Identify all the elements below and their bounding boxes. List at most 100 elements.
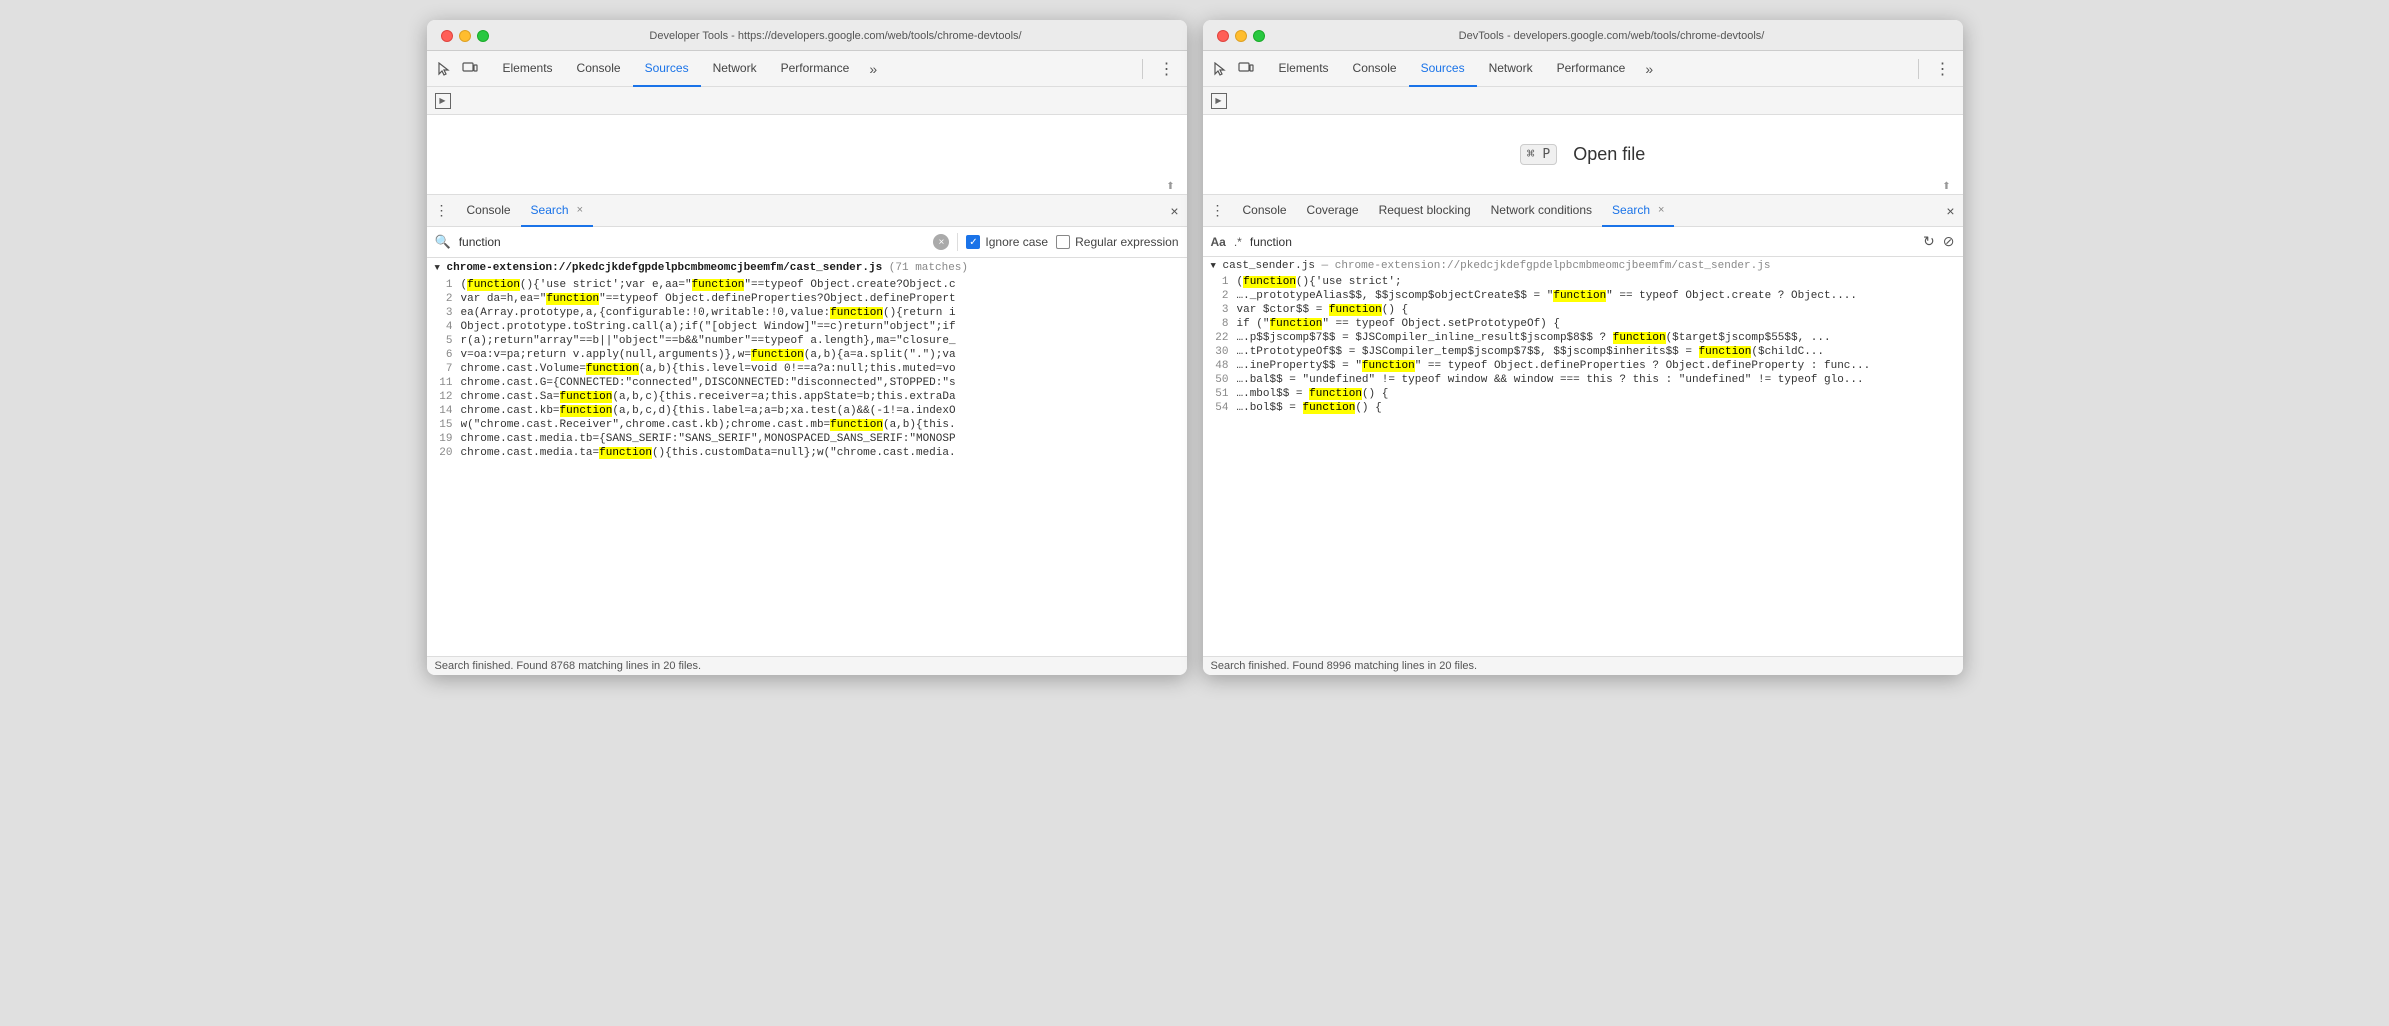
tab-elements-right[interactable]: Elements — [1267, 51, 1341, 87]
line-num: 2 — [1211, 290, 1229, 302]
result-line-20-left[interactable]: 20 chrome.cast.media.ta=function(){this.… — [427, 446, 1187, 460]
result-line-50-right[interactable]: 50 ….bal$$ = "undefined" != typeof windo… — [1203, 373, 1963, 387]
right-title-bar: DevTools - developers.google.com/web/too… — [1203, 20, 1963, 51]
line-num: 11 — [435, 377, 453, 389]
right-devtools-window: DevTools - developers.google.com/web/too… — [1203, 20, 1963, 675]
close-button-right[interactable] — [1217, 30, 1229, 42]
result-line-15-left[interactable]: 15 w("chrome.cast.Receiver",chrome.cast.… — [427, 418, 1187, 432]
result-line-30-right[interactable]: 30 ….tPrototypeOf$$ = $JSCompiler_temp$j… — [1203, 345, 1963, 359]
resize-handle-left[interactable]: ⬆ — [1163, 178, 1179, 194]
line-content: var $ctor$$ = function() { — [1237, 304, 1955, 316]
result-line-54-right[interactable]: 54 ….bol$$ = function() { — [1203, 401, 1963, 415]
tab-sources-left[interactable]: Sources — [633, 51, 701, 87]
tab-sources-right[interactable]: Sources — [1409, 51, 1477, 87]
more-tabs-left[interactable]: » — [861, 61, 885, 77]
tab-network-left[interactable]: Network — [701, 51, 769, 87]
panel-toggle-right[interactable] — [1211, 93, 1227, 109]
regex-checkbox-left[interactable] — [1056, 235, 1070, 249]
tab-console-bottom-left[interactable]: Console — [457, 195, 521, 227]
results-area-right[interactable]: cast_sender.js — chrome-extension://pked… — [1203, 257, 1963, 656]
search-tab-close-right[interactable]: × — [1658, 204, 1664, 216]
tab-performance-left[interactable]: Performance — [769, 51, 862, 87]
result-line-1-right[interactable]: 1 (function(){'use strict'; — [1203, 275, 1963, 289]
result-line-2-left[interactable]: 2 var da=h,ea="function"==typeof Object.… — [427, 292, 1187, 306]
tab-network-right[interactable]: Network — [1477, 51, 1545, 87]
close-bottom-panel-right[interactable]: × — [1946, 203, 1954, 219]
tab-request-blocking-right[interactable]: Request blocking — [1369, 195, 1481, 227]
device-icon-right[interactable] — [1237, 60, 1255, 78]
result-line-51-right[interactable]: 51 ….mbol$$ = function() { — [1203, 387, 1963, 401]
line-content: chrome.cast.G={CONNECTED:"connected",DIS… — [461, 377, 1179, 389]
bottom-dots-right[interactable]: ⋮ — [1211, 202, 1225, 219]
clear-icon-right[interactable]: ⊘ — [1943, 233, 1955, 250]
result-line-14-left[interactable]: 14 chrome.cast.kb=function(a,b,c,d){this… — [427, 404, 1187, 418]
bottom-dots-left[interactable]: ⋮ — [435, 202, 449, 219]
results-area-left[interactable]: chrome-extension://pkedcjkdefgpdelpbcmbm… — [427, 258, 1187, 656]
clear-search-left[interactable]: × — [933, 234, 949, 250]
search-tab-close-left[interactable]: × — [577, 204, 583, 216]
toolbar-end-left: ⋮ — [1138, 59, 1179, 79]
regex-label-left: Regular expression — [1075, 235, 1178, 249]
line-content: v=oa:v=pa;return v.apply(null,arguments)… — [461, 349, 1179, 361]
maximize-button-left[interactable] — [477, 30, 489, 42]
left-toolbar: Elements Console Sources Network Perform… — [427, 51, 1187, 87]
left-window-title: Developer Tools - https://developers.goo… — [499, 30, 1173, 42]
result-line-3-left[interactable]: 3 ea(Array.prototype,a,{configurable:!0,… — [427, 306, 1187, 320]
result-line-11-left[interactable]: 11 chrome.cast.G={CONNECTED:"connected",… — [427, 376, 1187, 390]
collapse-file-right[interactable] — [1211, 260, 1216, 272]
tab-coverage-right[interactable]: Coverage — [1297, 195, 1369, 227]
result-line-3-right[interactable]: 3 var $ctor$$ = function() { — [1203, 303, 1963, 317]
result-line-7-left[interactable]: 7 chrome.cast.Volume=function(a,b){this.… — [427, 362, 1187, 376]
result-line-19-left[interactable]: 19 chrome.cast.media.tb={SANS_SERIF:"SAN… — [427, 432, 1187, 446]
right-nav-tabs: Elements Console Sources Network Perform… — [1267, 51, 1910, 87]
line-content: r(a);return"array"==b||"object"==b&&"num… — [461, 335, 1179, 347]
maximize-button-right[interactable] — [1253, 30, 1265, 42]
refresh-icon-right[interactable]: ↻ — [1923, 233, 1935, 250]
device-icon[interactable] — [461, 60, 479, 78]
tab-console-bottom-right[interactable]: Console — [1233, 195, 1297, 227]
resize-handle-right[interactable]: ⬆ — [1939, 178, 1955, 194]
result-line-2-right[interactable]: 2 …._prototypeAlias$$, $$jscomp$objectCr… — [1203, 289, 1963, 303]
search-input-left[interactable] — [459, 235, 926, 249]
cursor-icon[interactable] — [435, 60, 453, 78]
cursor-icon-right[interactable] — [1211, 60, 1229, 78]
result-line-8-right[interactable]: 8 if ("function" == typeof Object.setPro… — [1203, 317, 1963, 331]
line-content: Object.prototype.toString.call(a);if("[o… — [461, 321, 1179, 333]
aa-label[interactable]: Aa — [1211, 235, 1226, 249]
search-input-right[interactable] — [1250, 235, 1915, 249]
tab-elements-left[interactable]: Elements — [491, 51, 565, 87]
line-num: 51 — [1211, 388, 1229, 400]
tab-network-conditions-right[interactable]: Network conditions — [1481, 195, 1602, 227]
ignore-case-option-left[interactable]: Ignore case — [966, 235, 1048, 249]
line-content: ….ineProperty$$ = "function" == typeof O… — [1237, 360, 1955, 372]
divider-left — [1142, 59, 1143, 79]
line-num: 48 — [1211, 360, 1229, 372]
close-button-left[interactable] — [441, 30, 453, 42]
result-line-4-left[interactable]: 4 Object.prototype.toString.call(a);if("… — [427, 320, 1187, 334]
tab-console-right[interactable]: Console — [1341, 51, 1409, 87]
result-line-48-right[interactable]: 48 ….ineProperty$$ = "function" == typeo… — [1203, 359, 1963, 373]
result-line-1-left[interactable]: 1 (function(){'use strict';var e,aa="fun… — [427, 278, 1187, 292]
result-line-5-left[interactable]: 5 r(a);return"array"==b||"object"==b&&"n… — [427, 334, 1187, 348]
regex-option-left[interactable]: Regular expression — [1056, 235, 1178, 249]
menu-dots-right[interactable]: ⋮ — [1931, 59, 1955, 79]
tab-performance-right[interactable]: Performance — [1545, 51, 1638, 87]
dot-star-label[interactable]: .* — [1234, 235, 1242, 249]
minimize-button-left[interactable] — [459, 30, 471, 42]
panel-toggle-left[interactable] — [435, 93, 451, 109]
search-icon-left: 🔍 — [435, 234, 451, 250]
result-line-12-left[interactable]: 12 chrome.cast.Sa=function(a,b,c){this.r… — [427, 390, 1187, 404]
tab-search-bottom-left[interactable]: Search × — [521, 195, 593, 227]
ignore-case-checkbox-left[interactable] — [966, 235, 980, 249]
tab-search-bottom-right[interactable]: Search × — [1602, 195, 1674, 227]
menu-dots-left[interactable]: ⋮ — [1155, 59, 1179, 79]
collapse-file-left[interactable] — [435, 262, 440, 274]
open-file-label: Open file — [1573, 144, 1645, 165]
result-line-22-right[interactable]: 22 ….p$$jscomp$7$$ = $JSCompiler_inline_… — [1203, 331, 1963, 345]
close-bottom-panel-left[interactable]: × — [1170, 203, 1178, 219]
result-line-6-left[interactable]: 6 v=oa:v=pa;return v.apply(null,argument… — [427, 348, 1187, 362]
status-text-left: Search finished. Found 8768 matching lin… — [435, 660, 702, 672]
minimize-button-right[interactable] — [1235, 30, 1247, 42]
more-tabs-right[interactable]: » — [1637, 61, 1661, 77]
tab-console-left[interactable]: Console — [565, 51, 633, 87]
